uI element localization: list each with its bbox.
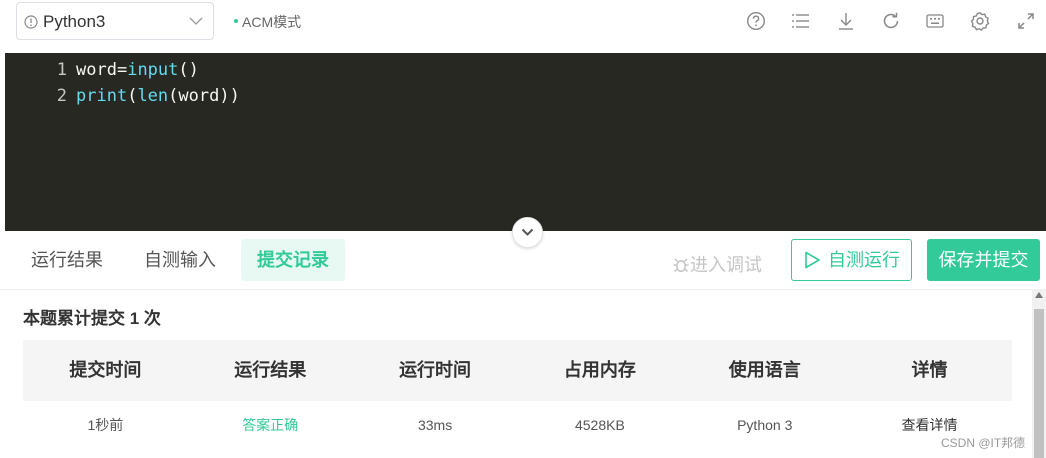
code-token: (word))	[168, 86, 240, 106]
tab-submission-records[interactable]: 提交记录	[241, 239, 345, 281]
table-row: 1秒前 答案正确 33ms 4528KB Python 3 查看详情	[23, 401, 1012, 449]
bug-icon	[673, 258, 689, 273]
language-select[interactable]: Python3	[16, 2, 214, 40]
debug-label: 进入调试	[690, 255, 762, 275]
mode-dot	[234, 19, 238, 24]
gear-icon[interactable]	[970, 11, 990, 31]
code-token: input	[127, 60, 179, 80]
play-icon	[805, 251, 820, 269]
code-editor[interactable]: 1 word=input() 2 print(len(word))	[5, 53, 1046, 231]
runtime-cell: 33ms	[417, 417, 453, 433]
help-icon[interactable]	[746, 11, 766, 31]
column-header: 运行时间	[399, 360, 472, 380]
self-test-run-button[interactable]: 自测运行	[791, 239, 912, 281]
scrollbar-thumb[interactable]	[1034, 309, 1044, 458]
code-token: =	[116, 60, 128, 80]
result-cell: 答案正确	[242, 417, 299, 433]
submission-table: 提交时间 运行结果 运行时间 占用内存 使用语言 详情 1秒前 答案正确 33m…	[23, 340, 1012, 449]
keyboard-icon[interactable]	[925, 11, 945, 31]
column-header: 使用语言	[728, 360, 801, 380]
language-label: Python3	[43, 12, 106, 31]
column-header: 占用内存	[563, 360, 636, 380]
code-token: word	[76, 60, 117, 80]
column-header: 提交时间	[69, 360, 142, 380]
language-cell: Python 3	[737, 417, 793, 433]
tab-run-result[interactable]: 运行结果	[31, 239, 103, 281]
scroll-up-arrow-icon[interactable]	[1035, 292, 1043, 298]
memory-cell: 4528KB	[574, 417, 625, 433]
code-token: print	[76, 86, 128, 106]
download-icon[interactable]	[836, 11, 856, 31]
chevron-down-icon	[189, 17, 203, 25]
list-icon[interactable]	[790, 11, 810, 31]
code-token: len	[137, 86, 169, 106]
table-header: 提交时间 运行结果 运行时间 占用内存 使用语言 详情	[23, 340, 1012, 401]
column-header: 运行结果	[234, 360, 307, 380]
info-icon	[24, 15, 38, 29]
run-label: 自测运行	[828, 250, 900, 270]
fullscreen-icon[interactable]	[1016, 11, 1036, 31]
mode-label: ACM模式	[242, 14, 302, 30]
watermark: CSDN @IT邦德	[941, 436, 1026, 450]
line-number: 2	[56, 86, 67, 106]
debug-button[interactable]: 进入调试	[672, 251, 762, 277]
editor-toolbar: Python3 ACM模式	[0, 0, 1046, 53]
refresh-icon[interactable]	[881, 11, 901, 31]
tab-custom-input[interactable]: 自测输入	[144, 239, 216, 281]
save-and-submit-button[interactable]: 保存并提交	[927, 239, 1040, 281]
column-header: 详情	[911, 360, 948, 380]
line-number: 1	[56, 60, 67, 80]
chevron-down-icon	[521, 228, 534, 236]
online-judge-editor: Python3 ACM模式 1 word=input() 2 print(len…	[0, 0, 1046, 458]
code-line-1: 1 word=input()	[5, 57, 199, 83]
submission-summary: 本题累计提交 1 次	[23, 309, 161, 328]
vertical-scrollbar[interactable]	[1032, 289, 1046, 458]
code-line-2: 2 print(len(word))	[5, 83, 240, 109]
code-token: ()	[178, 60, 199, 80]
collapse-panel-button[interactable]	[512, 217, 543, 248]
submit-time-cell: 1秒前	[87, 417, 124, 433]
code-token: (	[127, 86, 138, 106]
mode-tag: ACM模式	[234, 12, 301, 32]
